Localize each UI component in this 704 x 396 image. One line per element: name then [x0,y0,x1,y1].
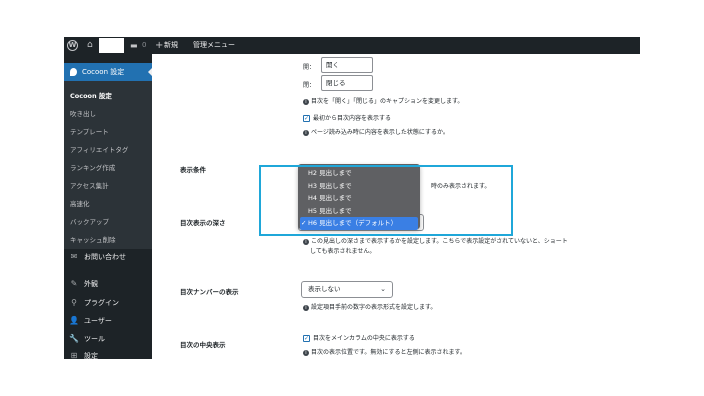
sidebar-item-settings[interactable]: ⊞ 設定 [64,347,152,359]
submenu-item-speed[interactable]: 高速化 [70,198,90,208]
user-icon: 👤 [69,316,79,325]
plugin-icon: ⚲ [71,298,77,307]
toc-number-note: i 設定項目手前の数字の表示形式を設定します。 [303,302,436,311]
show-content-option[interactable]: ✓ 最初から目次内容を表示する [303,113,391,122]
caption-note: i 目次を「開く」「閉じる」のキャプションを変更します。 [303,96,463,105]
toc-center-label: 目次の中央表示 [180,341,226,349]
admin-menu-link[interactable]: 管理メニュー [193,37,235,54]
show-content-label: 最初から目次内容を表示する [313,115,392,122]
chevron-down-icon: ⌄ [380,285,386,293]
admin-bar: W ⌂ ▬ 0 + 新規 管理メニュー [64,37,640,54]
submenu-item-backup[interactable]: バックアップ [70,216,109,226]
site-name-redacted[interactable] [99,38,124,53]
info-icon: i [303,98,309,105]
highlight-box [259,165,513,236]
submenu-item-cocoon-settings[interactable]: Cocoon 設定 [70,90,112,100]
envelope-icon: ✉ [70,252,78,261]
sidebar-item-cocoon-settings[interactable]: Cocoon 設定 [64,63,153,81]
close-caption-label: 閉： [303,82,316,89]
screenshot-frame: W ⌂ ▬ 0 + 新規 管理メニュー Cocoon 設定 Cocoon 設定 … [64,37,640,359]
sidebar-item-label: Cocoon 設定 [82,68,125,76]
show-content-note: i ページ読み込み時に内容を表示した状態にするか。 [303,127,449,136]
submenu-item-template[interactable]: テンプレート [70,126,109,136]
brush-icon: ✎ [70,279,78,288]
sidebar-item-plugins[interactable]: ⚲ プラグイン [64,294,152,312]
display-condition-label: 表示条件 [180,166,206,174]
submenu-item-speech-balloon[interactable]: 吹き出し [70,108,96,118]
open-caption-input[interactable]: 開く [321,57,373,73]
toc-center-note: i 目次の表示位置です。無効にすると左側に表示されます。 [303,347,466,356]
sidebar-item-tools[interactable]: 🔧 ツール [64,330,152,348]
caption-note-text: 目次を「開く」「閉じる」のキャプションを変更します。 [311,98,464,105]
toc-center-checkbox-label: 目次をメインカラムの中央に表示する [313,335,415,342]
toc-number-label: 目次ナンバーの表示 [180,288,239,296]
show-content-checkbox[interactable]: ✓ [303,115,310,122]
plus-icon[interactable]: + [155,37,163,54]
toc-center-option[interactable]: ✓ 目次をメインカラムの中央に表示する [303,333,415,342]
show-content-note-text: ページ読み込み時に内容を表示した状態にするか。 [311,129,449,136]
submenu-item-ranking[interactable]: ランキング作成 [70,162,115,172]
cocoon-icon [70,68,77,76]
toc-depth-note: i この見出しの深さまで表示するかを設定します。こちらで表示設定がされていないと、… [303,236,568,245]
info-icon: i [303,238,309,245]
sidebar-item-label: お問い合わせ [84,253,126,261]
toc-depth-note-text: この見出しの深さまで表示するかを設定します。こちらで表示設定がされていないと、シ… [311,238,568,245]
info-icon: i [303,349,309,356]
submenu-item-affiliate-tag[interactable]: アフィリエイトタグ [70,144,128,154]
toc-depth-note-2: しても表示されません。 [310,248,376,255]
toc-number-note-text: 設定項目手前の数字の表示形式を設定します。 [311,304,437,311]
info-icon: i [303,304,309,311]
sidebar-item-label: プラグイン [84,299,119,307]
sidebar-item-label: 外観 [84,280,98,288]
open-caption-label: 開： [303,64,316,71]
toc-center-note-text: 目次の表示位置です。無効にすると左側に表示されます。 [311,349,466,356]
settings-main: 開： 開く 閉： 閉じる i 目次を「開く」「閉じる」のキャプションを変更します。… [152,54,640,359]
comment-count: 0 [142,41,147,49]
settings-icon: ⊞ [70,351,78,359]
sidebar-item-label: 設定 [84,352,98,359]
toc-center-checkbox[interactable]: ✓ [303,335,310,342]
info-icon: i [303,129,309,136]
wrench-icon: 🔧 [69,334,79,343]
home-icon[interactable]: ⌂ [87,37,93,54]
submenu-item-cache-clear[interactable]: キャッシュ削除 [70,234,116,244]
admin-sidebar: Cocoon 設定 Cocoon 設定 吹き出し テンプレート アフィリエイトタ… [64,54,153,359]
sidebar-item-contact[interactable]: ✉ お問い合わせ [64,248,152,266]
toc-depth-label: 目次表示の深さ [180,219,226,227]
comment-icon[interactable]: ▬ [130,37,138,54]
wordpress-logo-icon[interactable]: W [67,40,78,51]
sidebar-item-label: ツール [84,335,105,343]
sidebar-item-label: ユーザー [84,317,112,325]
new-content-link[interactable]: 新規 [164,37,178,54]
cocoon-submenu: Cocoon 設定 吹き出し テンプレート アフィリエイトタグ ランキング作成 … [64,81,152,249]
toc-number-select-value: 表示しない [308,285,341,293]
toc-number-select[interactable]: 表示しない ⌄ [301,281,393,298]
sidebar-item-users[interactable]: 👤 ユーザー [64,312,152,330]
sidebar-item-appearance[interactable]: ✎ 外観 [64,275,152,293]
submenu-item-access[interactable]: アクセス集計 [70,180,109,190]
close-caption-input[interactable]: 閉じる [321,75,373,91]
